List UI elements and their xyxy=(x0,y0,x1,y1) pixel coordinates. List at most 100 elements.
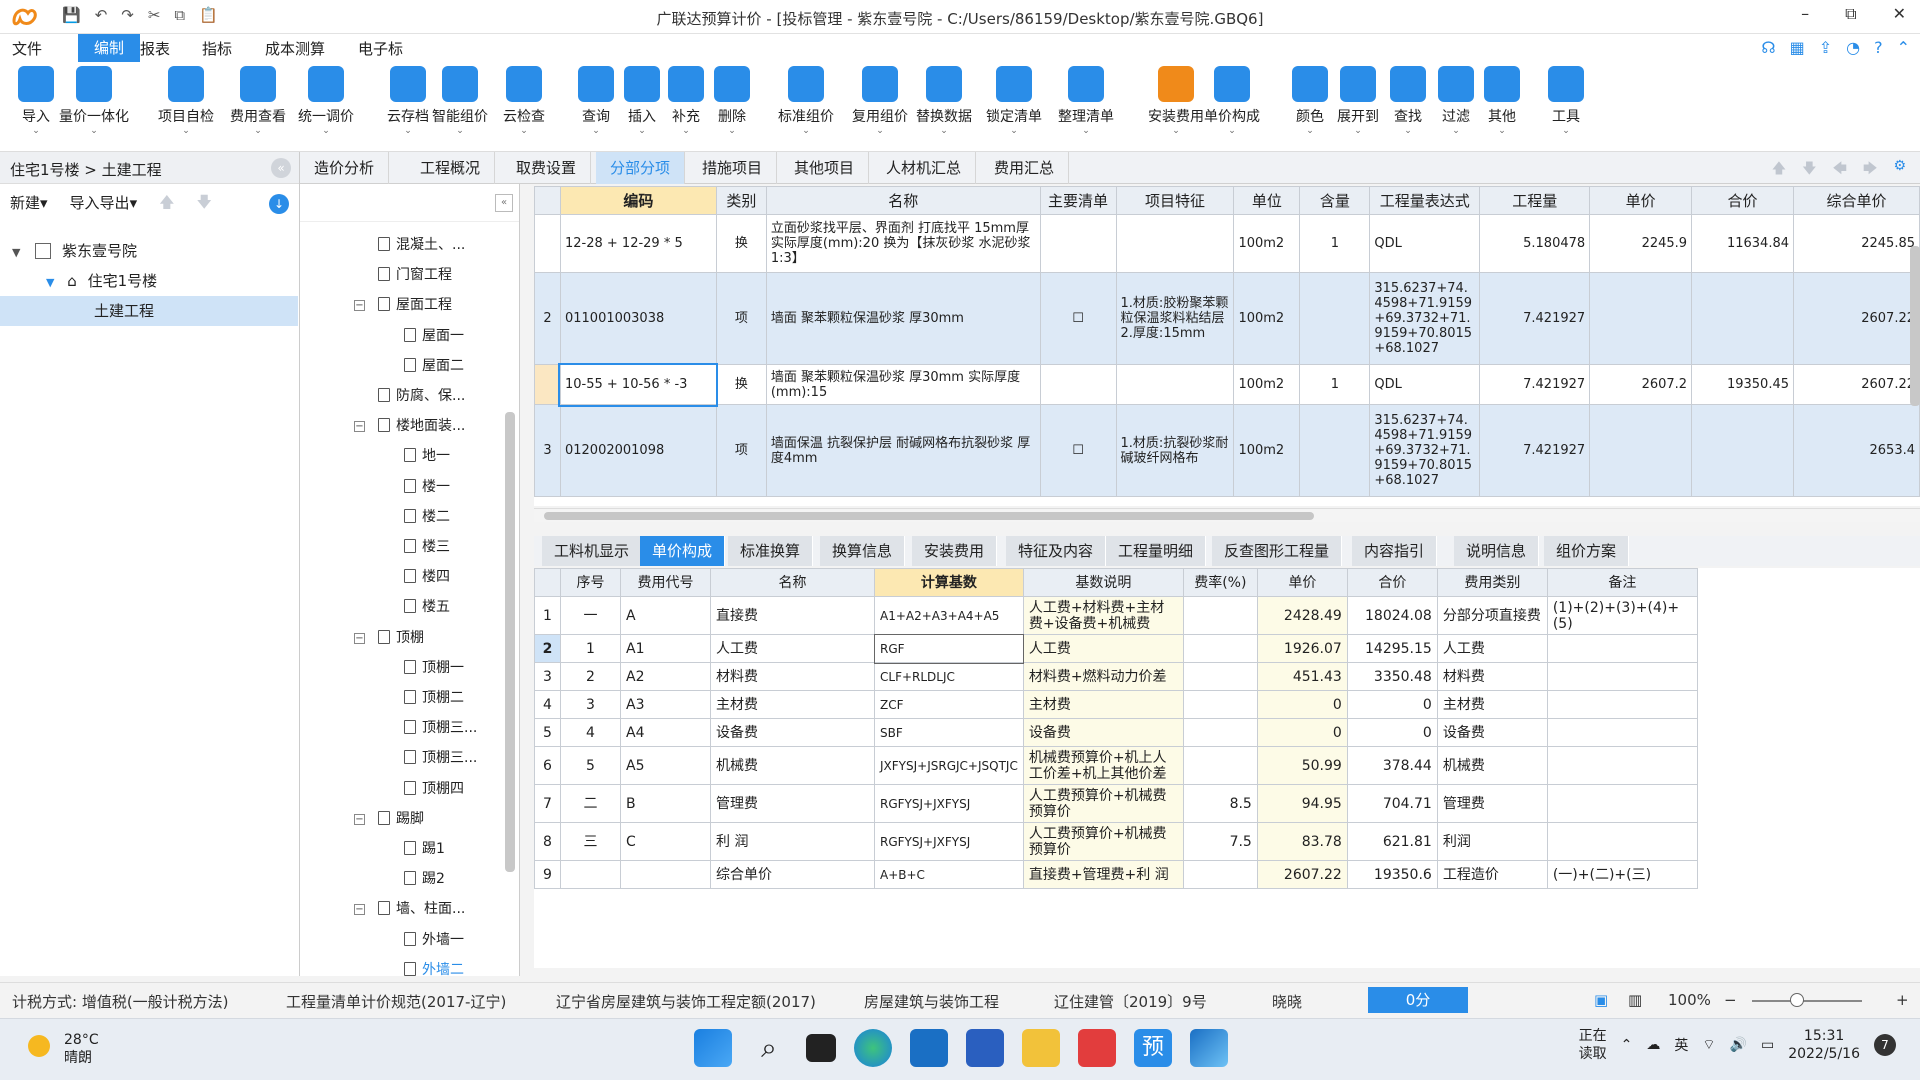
grid-cell-feature[interactable] xyxy=(1115,214,1235,273)
grid-cell-main[interactable] xyxy=(1039,214,1117,273)
dropdown-icon[interactable]: ⌄ xyxy=(696,126,768,136)
dropdown-icon[interactable]: ⌄ xyxy=(844,126,916,136)
tab-7[interactable]: 人材机汇总 xyxy=(872,152,977,184)
division-tree-item[interactable]: 防腐、保... xyxy=(378,381,465,411)
price-cell[interactable] xyxy=(1546,822,1698,861)
price-cell[interactable]: 设备费 xyxy=(1436,718,1548,747)
price-cell[interactable] xyxy=(620,860,711,889)
price-row[interactable]: 2 1 A1 人工费 RGF 人工费 1926.07 14295.15 人工费 xyxy=(534,633,1698,664)
division-tree-item[interactable]: 楼一 xyxy=(404,472,450,502)
photos-icon[interactable] xyxy=(1190,1029,1228,1067)
price-cell[interactable]: 1926.07 xyxy=(1256,634,1348,663)
language-indicator[interactable]: 英 xyxy=(1674,1035,1688,1055)
price-cell[interactable]: 材料费 xyxy=(1436,662,1548,691)
download-icon[interactable]: ↓ xyxy=(269,194,289,214)
tool-5-button[interactable]: 统一调价 ⌄ xyxy=(290,66,362,136)
grid-cell-expr[interactable]: 315.6237+74.4598+71.9159+69.3732+71.9159… xyxy=(1369,272,1481,365)
price-column-header[interactable]: 费用代号 xyxy=(620,568,711,597)
price-cell[interactable]: A4 xyxy=(620,718,711,747)
price-cell[interactable]: 19350.6 xyxy=(1346,860,1438,889)
price-cell[interactable]: 主材费 xyxy=(1436,690,1548,719)
headset-icon[interactable]: ☊ xyxy=(1761,38,1775,57)
notification-badge[interactable]: 7 xyxy=(1874,1034,1896,1056)
price-cell[interactable]: 2607.22 xyxy=(1256,860,1348,889)
price-cell[interactable]: C xyxy=(620,822,711,861)
price-cell[interactable] xyxy=(1182,596,1258,635)
grid-cell-feature[interactable] xyxy=(1115,364,1235,405)
close-button[interactable]: ✕ xyxy=(1893,4,1906,24)
grid-cell-type[interactable]: 换 xyxy=(715,214,767,273)
collapse-toggle-icon[interactable]: − xyxy=(354,421,365,433)
grid-row[interactable]: 2 011001003038 项墙面 聚苯颗粒保温砂浆 厚30mm ☐ 1.材质:胶粉聚… xyxy=(534,272,1920,365)
tree-scrollbar[interactable] xyxy=(505,412,515,872)
price-cell[interactable]: 工程造价 xyxy=(1436,860,1548,889)
tool-13-button[interactable]: 标准组价 ⌄ xyxy=(770,66,842,136)
price-cell[interactable] xyxy=(1182,690,1258,719)
detail-tab-3[interactable]: 标准换算 xyxy=(728,536,814,566)
progress-badge[interactable]: 0分 xyxy=(1368,987,1468,1013)
price-cell[interactable]: 704.71 xyxy=(1346,784,1438,823)
grid-cell-uprice[interactable]: 2607.22 xyxy=(1793,272,1920,365)
grid-cell-content[interactable]: 1 xyxy=(1299,364,1371,405)
price-cell[interactable]: 人工费预算价+机械费预算价 xyxy=(1022,784,1184,823)
tool-2-button[interactable]: 量价一体化 ⌄ xyxy=(58,66,130,136)
minimize-button[interactable]: – xyxy=(1801,4,1809,24)
division-tree-item[interactable]: − 楼地面装... xyxy=(354,411,465,441)
grid-column-header[interactable]: 综合单价 xyxy=(1793,186,1920,215)
grid-cell-main[interactable] xyxy=(1039,364,1117,405)
division-tree-item[interactable]: − 屋面工程 xyxy=(354,290,452,320)
price-cell[interactable]: 18024.08 xyxy=(1346,596,1438,635)
grid-column-header[interactable]: 编码 xyxy=(559,186,717,215)
tree-item-unit[interactable]: 土建工程 xyxy=(0,296,298,326)
price-cell[interactable]: 4 xyxy=(560,718,621,747)
menu-e-bid[interactable]: 电子标 xyxy=(358,38,403,59)
price-cell[interactable]: 综合单价 xyxy=(710,860,875,889)
price-cell[interactable]: A1 xyxy=(620,634,711,663)
tab-8[interactable]: 费用汇总 xyxy=(980,152,1070,184)
tab-1[interactable]: 造价分析 xyxy=(300,152,390,184)
collapse-ribbon-icon[interactable]: ⌃ xyxy=(1897,38,1910,57)
collapse-toggle-icon[interactable]: − xyxy=(354,300,365,312)
detail-tab-6[interactable]: 特征及内容 xyxy=(1006,536,1107,566)
wifi-icon[interactable]: ⌔ xyxy=(1702,1036,1715,1054)
price-column-header[interactable]: 备注 xyxy=(1546,568,1698,597)
volume-icon[interactable]: 🔊 xyxy=(1730,1037,1747,1053)
price-cell[interactable]: 50.99 xyxy=(1256,746,1348,785)
grid-column-header[interactable] xyxy=(534,186,561,215)
task-view-icon[interactable] xyxy=(806,1034,836,1062)
tab-5[interactable]: 措施项目 xyxy=(688,152,778,184)
grid-cell-code[interactable]: 10-55 + 10-56 * -3 xyxy=(558,362,719,407)
cloud-icon[interactable]: ☁ xyxy=(1646,1037,1660,1053)
price-cell[interactable]: B xyxy=(620,784,711,823)
chevron-up-icon[interactable]: ⌃ xyxy=(1621,1037,1633,1053)
grid-cell-type[interactable]: 项 xyxy=(715,272,767,365)
division-tree-item[interactable]: 屋面一 xyxy=(404,321,464,351)
division-tree-item[interactable]: 顶棚三... xyxy=(404,713,477,743)
right-arrow-icon[interactable]: 🡆 xyxy=(1863,158,1877,182)
upload-icon[interactable]: ⇪ xyxy=(1819,38,1832,57)
grid-row[interactable]: 3 012002001098 项墙面保温 抗裂保护层 耐碱网格布抗裂砂浆 厚度4mm… xyxy=(534,404,1920,497)
price-cell[interactable]: 7.5 xyxy=(1182,822,1258,861)
grid-cell-name[interactable]: 立面砂浆找平层、界面剂 打底找平 15mm厚 实际厚度(mm):20 换为【抹灰… xyxy=(765,214,1041,273)
support-icon[interactable]: ◔ xyxy=(1846,38,1860,57)
price-cell[interactable]: A xyxy=(620,596,711,635)
grid-horizontal-scrollbar[interactable] xyxy=(534,508,1920,522)
tool-16-button[interactable]: 锁定清单 ⌄ xyxy=(978,66,1050,136)
price-row[interactable]: 7 二 B 管理费 RGFYSJ+JXFYSJ 人工费预算价+机械费预算价 8.5 94.95… xyxy=(534,784,1698,823)
price-cell[interactable]: 机械费预算价+机上人工价差+机上其他价差 xyxy=(1022,746,1184,785)
detail-tab-7[interactable]: 工程量明细 xyxy=(1106,536,1207,566)
division-tree-item[interactable]: 踢1 xyxy=(404,834,445,864)
grid-cell-uprice[interactable]: 2245.85 xyxy=(1793,214,1920,273)
division-tree-item[interactable]: 屋面二 xyxy=(404,351,464,381)
layout-single-icon[interactable]: ▣ xyxy=(1594,991,1608,1009)
collapse-tree-icon[interactable]: « xyxy=(495,194,513,212)
store-icon[interactable] xyxy=(966,1029,1004,1067)
zoom-out-icon[interactable]: − xyxy=(1724,991,1737,1009)
grid-icon[interactable]: ▦ xyxy=(1790,38,1805,57)
grid-cell-total[interactable]: 11634.84 xyxy=(1691,214,1794,273)
grid-cell-content[interactable]: 1 xyxy=(1299,214,1371,273)
layout-split-icon[interactable]: ▥ xyxy=(1628,991,1642,1009)
division-tree-item[interactable]: − 墙、柱面... xyxy=(354,894,465,924)
price-cell[interactable] xyxy=(1182,662,1258,691)
wps-icon[interactable] xyxy=(1078,1029,1116,1067)
